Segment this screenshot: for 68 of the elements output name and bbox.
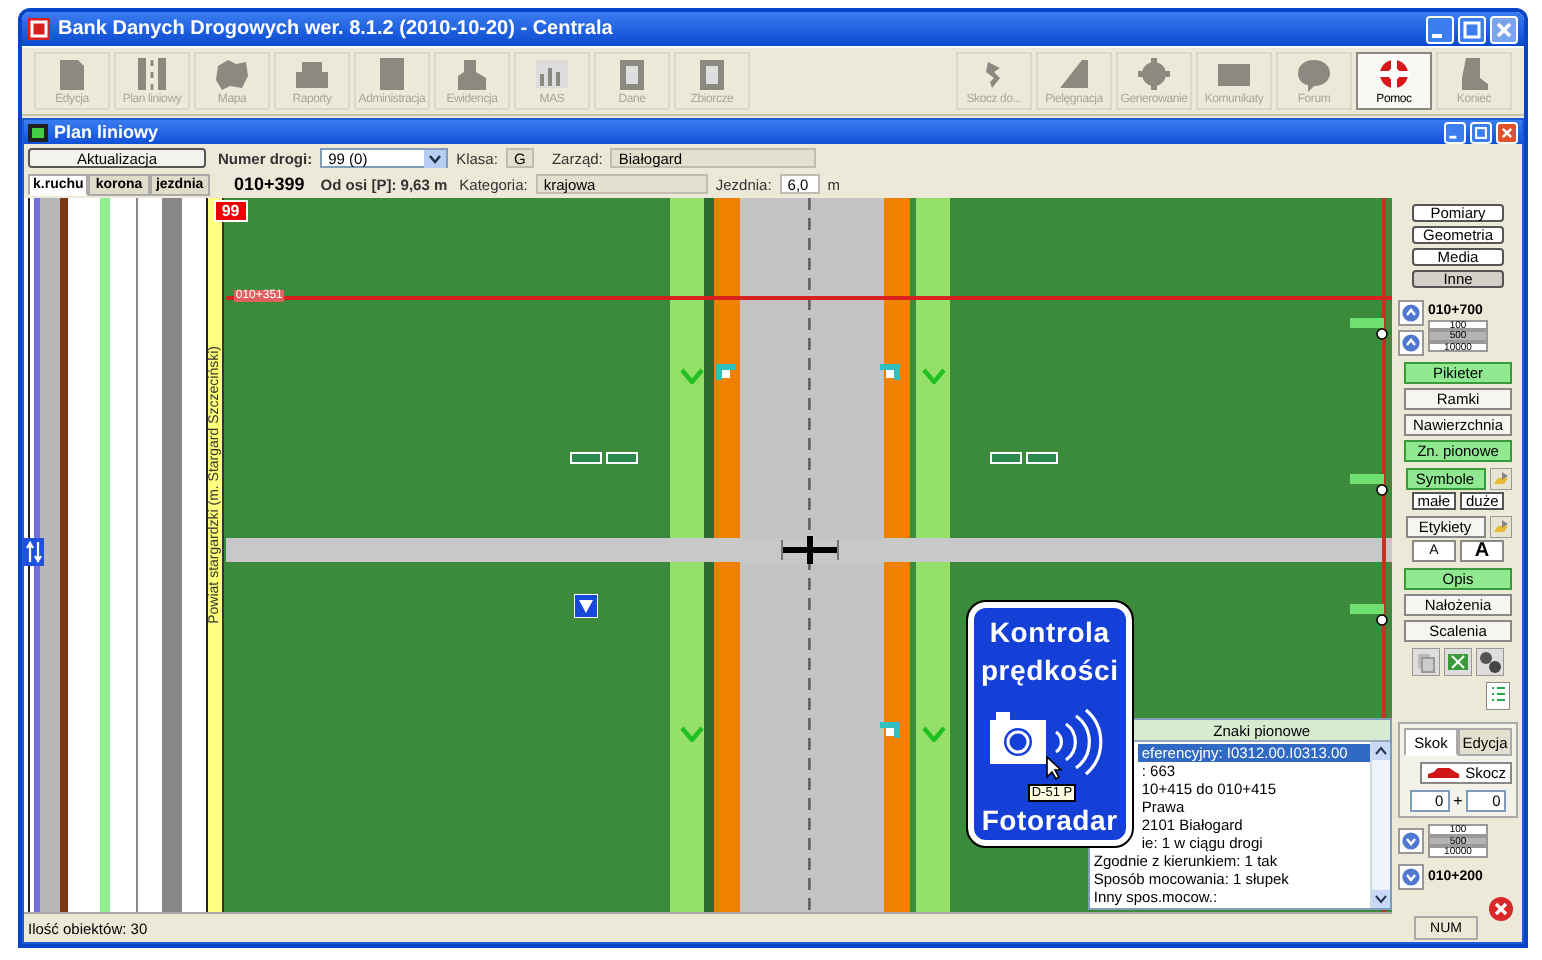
dropdown-arrow-icon [424,149,447,167]
close-icon [1488,895,1514,921]
scroll-up-icon [1371,742,1390,760]
scroll-up-button[interactable] [1398,300,1424,326]
sign-text: prędkości [978,654,1121,686]
chainage-marker-icon [1349,318,1388,340]
close-icon [1496,21,1512,37]
edit-icon [1489,516,1511,538]
gear-icon [1134,56,1174,92]
sign-text: Kontrola [987,616,1112,648]
scroll-down-icon [1371,890,1390,908]
edit-icon [1489,468,1511,490]
gears-icon [1476,648,1504,676]
chart-icon [532,56,572,92]
window-title: Bank Danych Drogowych wer. 8.1.2 (2010-10-20) - Centrala [58,18,613,40]
crosshair-icon [775,534,844,566]
car-icon [1426,766,1462,780]
chainage-marker-icon [1349,604,1388,626]
sign-text: Fotoradar [979,804,1120,836]
chevron-icon [679,368,704,384]
maximize-button[interactable] [1458,15,1486,43]
plus-sign: + [1453,792,1463,810]
maximize-icon [1463,20,1481,38]
label-marker-icon [1025,452,1058,464]
mouse-cursor-icon [1045,756,1062,780]
copy-icon [1412,648,1440,676]
road-number-tag: 99 [213,200,248,222]
label-marker-icon [989,452,1022,464]
minimize-icon [1449,134,1457,138]
scrollbar[interactable] [1369,742,1390,908]
corner-icon [879,364,900,380]
arrow-up-icon [1402,334,1420,352]
maximize-icon [1475,126,1487,138]
map-icon [212,56,252,92]
chevron-icon [921,726,946,742]
arrow-down-icon [1402,867,1420,885]
close-button[interactable] [1496,121,1518,143]
minimize-button[interactable] [1426,15,1454,43]
corner-icon [879,722,900,738]
scroll-down-button[interactable] [1398,863,1424,889]
arrow-down-icon [1402,831,1420,850]
chainage-marker-icon [1349,474,1388,496]
chevron-icon [921,368,946,384]
window-title: Plan liniowy [54,122,159,142]
label-marker-icon [605,452,638,464]
scroll-up-button[interactable] [1398,330,1424,356]
window-icon [28,123,48,141]
minimize-button[interactable] [1444,121,1466,143]
scroll-down-button[interactable] [1398,827,1424,854]
arrow-up-icon [1402,304,1420,322]
corner-icon [715,364,736,380]
lifebuoy-icon [1374,56,1414,92]
spreadsheet-icon [1444,648,1472,676]
road-icon [132,56,172,92]
speech-bubble-icon [1294,56,1334,92]
label-marker-icon [569,452,602,464]
close-icon [1501,126,1513,138]
close-button[interactable] [1488,895,1514,921]
chevron-icon [679,726,704,742]
list-icon [1486,682,1510,710]
wedge-icon [1054,56,1094,92]
font-size-button[interactable]: A [1460,540,1504,562]
minimize-icon [1432,33,1442,37]
close-button[interactable] [1490,15,1518,43]
maximize-button[interactable] [1470,121,1492,143]
chainage-value: 010+399 [234,174,305,194]
road-sign-icon [573,594,598,618]
app-icon [28,18,50,40]
